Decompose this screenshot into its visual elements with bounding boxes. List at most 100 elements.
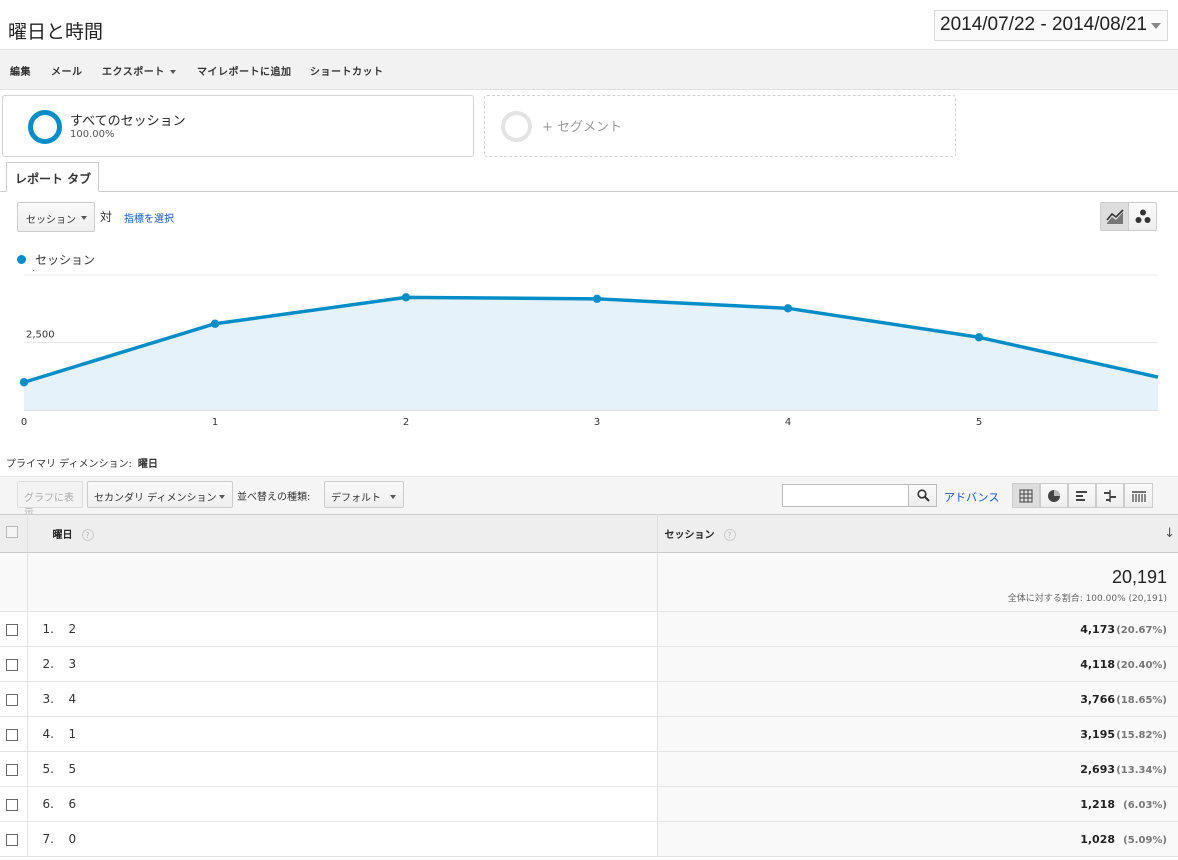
x-tick-label: 1 <box>212 417 218 428</box>
motion-chart-toggle[interactable] <box>1128 202 1157 231</box>
help-icon[interactable]: ? <box>723 529 736 541</box>
table-row: 6. 6 1,218 (6.03%) <box>0 786 1178 822</box>
line-chart-toggle[interactable] <box>1100 202 1129 231</box>
pivot-table-icon <box>1132 491 1146 502</box>
table-search-input[interactable] <box>782 484 909 507</box>
date-range-picker[interactable]: 2014/07/22 - 2014/08/21 <box>934 10 1168 41</box>
row-checkbox-cell <box>0 821 28 857</box>
series-area <box>24 297 1158 410</box>
data-point[interactable] <box>19 378 29 387</box>
chevron-down-icon <box>1151 23 1161 29</box>
row-checkbox[interactable] <box>6 693 18 706</box>
secondary-dimension-dropdown[interactable]: セカンダリ ディメンション <box>87 481 233 508</box>
row-checkbox-cell <box>0 716 28 752</box>
search-button[interactable] <box>908 484 937 507</box>
sort-type-dropdown[interactable]: デフォルト <box>324 481 404 508</box>
total-sessions-share: 全体に対する割合: 100.00% (20,191) <box>1007 593 1167 604</box>
row-checkbox[interactable] <box>6 728 18 741</box>
advanced-filter-link[interactable]: アドバンス <box>944 489 999 505</box>
add-segment-button[interactable]: + セグメント <box>484 95 956 157</box>
add-to-dashboard-button[interactable]: マイレポートに追加 <box>197 63 292 78</box>
row-checkbox[interactable] <box>6 763 18 776</box>
row-checkbox[interactable] <box>6 798 18 811</box>
row-dimension-value[interactable]: 4 <box>69 692 77 706</box>
row-sessions-value: 3,195 <box>1080 727 1115 741</box>
comparison-view-button[interactable] <box>1096 483 1124 508</box>
row-dimension-value[interactable]: 2 <box>69 622 77 636</box>
metric-dropdown[interactable]: セッション <box>17 202 95 232</box>
row-sessions-value: 1,028 <box>1080 832 1115 846</box>
row-sessions-cell: 4,173(20.67%) <box>657 611 1178 647</box>
row-sessions-cell: 1,218 (6.03%) <box>657 786 1178 822</box>
row-sessions-value: 4,173 <box>1080 622 1115 636</box>
row-dimension-value[interactable]: 6 <box>69 797 77 811</box>
data-table-view-button[interactable] <box>1012 483 1040 508</box>
pivot-view-button[interactable] <box>1124 483 1153 508</box>
row-sessions-cell: 2,693(13.34%) <box>657 751 1178 787</box>
row-index: 7. <box>42 832 54 846</box>
pie-view-button[interactable] <box>1040 483 1068 508</box>
row-checkbox[interactable] <box>6 623 18 636</box>
row-sessions-percent: (20.40%) <box>1116 659 1167 671</box>
shortcut-button[interactable]: ショートカット <box>310 63 384 78</box>
export-button[interactable]: エクスポート <box>102 63 176 78</box>
row-sessions-percent: (15.82%) <box>1116 729 1167 741</box>
row-index: 1. <box>42 622 54 636</box>
row-checkbox-cell <box>0 646 28 682</box>
header-dimension[interactable]: 曜日? <box>27 514 658 553</box>
edit-button[interactable]: 編集 <box>10 63 31 78</box>
caret-down-icon <box>81 216 87 220</box>
row-checkbox[interactable] <box>6 833 18 846</box>
table-row: 2. 3 4,118(20.40%) <box>0 646 1178 682</box>
row-sessions-cell: 3,766(18.65%) <box>657 681 1178 717</box>
data-point[interactable] <box>592 294 602 304</box>
data-point[interactable] <box>401 293 411 302</box>
row-sessions-percent: (20.67%) <box>1116 624 1167 636</box>
segment-all-sessions[interactable]: すべてのセッション 100.00% <box>2 95 474 157</box>
performance-view-button[interactable] <box>1068 483 1096 508</box>
row-dimension-value[interactable]: 0 <box>69 832 77 846</box>
row-dimension-value[interactable]: 1 <box>69 727 77 741</box>
row-index: 5. <box>42 762 54 776</box>
secondary-dimension-label: セカンダリ ディメンション <box>94 493 217 504</box>
plot-rows-button[interactable]: グラフに表示 <box>17 481 83 519</box>
tab-report[interactable]: レポート タブ <box>6 162 99 192</box>
table-total-row: 20,191 全体に対する割合: 100.00% (20,191) <box>0 552 1178 612</box>
help-icon[interactable]: ? <box>81 529 94 541</box>
empty-segment-ring-icon <box>501 111 532 142</box>
page-title: 曜日と時間 <box>8 21 104 43</box>
data-point[interactable] <box>783 304 793 313</box>
segment-name: すべてのセッション <box>70 114 186 129</box>
x-tick-label: 4 <box>785 417 791 428</box>
row-checkbox[interactable] <box>6 658 18 671</box>
export-label: エクスポート <box>102 67 165 78</box>
header-sessions-label: セッション <box>664 530 715 541</box>
legend-series-name: セッション <box>35 253 96 267</box>
report-header: 曜日と時間 2014/07/22 - 2014/08/21 <box>0 0 1178 50</box>
table-row: 7. 0 1,028 (5.09%) <box>0 821 1178 857</box>
caret-down-icon <box>219 495 225 499</box>
row-sessions-value: 3,766 <box>1080 692 1115 706</box>
primary-dimension-value[interactable]: 曜日 <box>138 459 158 470</box>
row-dimension-value[interactable]: 3 <box>69 657 77 671</box>
select-all-checkbox[interactable] <box>6 526 18 538</box>
row-sessions-percent: (6.03%) <box>1123 799 1167 811</box>
header-sessions[interactable]: セッション? ↓ <box>657 514 1178 553</box>
row-sessions-cell: 3,195(15.82%) <box>657 716 1178 752</box>
row-index: 6. <box>42 797 54 811</box>
row-dimension-cell: 3. 4 <box>27 681 658 717</box>
row-dimension-value[interactable]: 5 <box>69 762 77 776</box>
caret-down-icon <box>390 495 396 499</box>
metric-selected: セッション <box>26 215 76 226</box>
data-point[interactable] <box>210 319 220 328</box>
data-point[interactable] <box>974 333 984 342</box>
row-index: 3. <box>42 692 54 706</box>
row-index: 2. <box>42 657 54 671</box>
primary-dimension: プライマリ ディメンション: 曜日 <box>6 455 158 470</box>
legend-dot-icon <box>17 255 26 264</box>
report-toolbar: 編集 メール エクスポート マイレポートに追加 ショートカット <box>0 50 1178 90</box>
email-button[interactable]: メール <box>51 63 83 78</box>
row-dimension-cell: 2. 3 <box>27 646 658 682</box>
select-metric-link[interactable]: 指標を選択 <box>124 210 174 225</box>
row-sessions-cell: 4,118(20.40%) <box>657 646 1178 682</box>
